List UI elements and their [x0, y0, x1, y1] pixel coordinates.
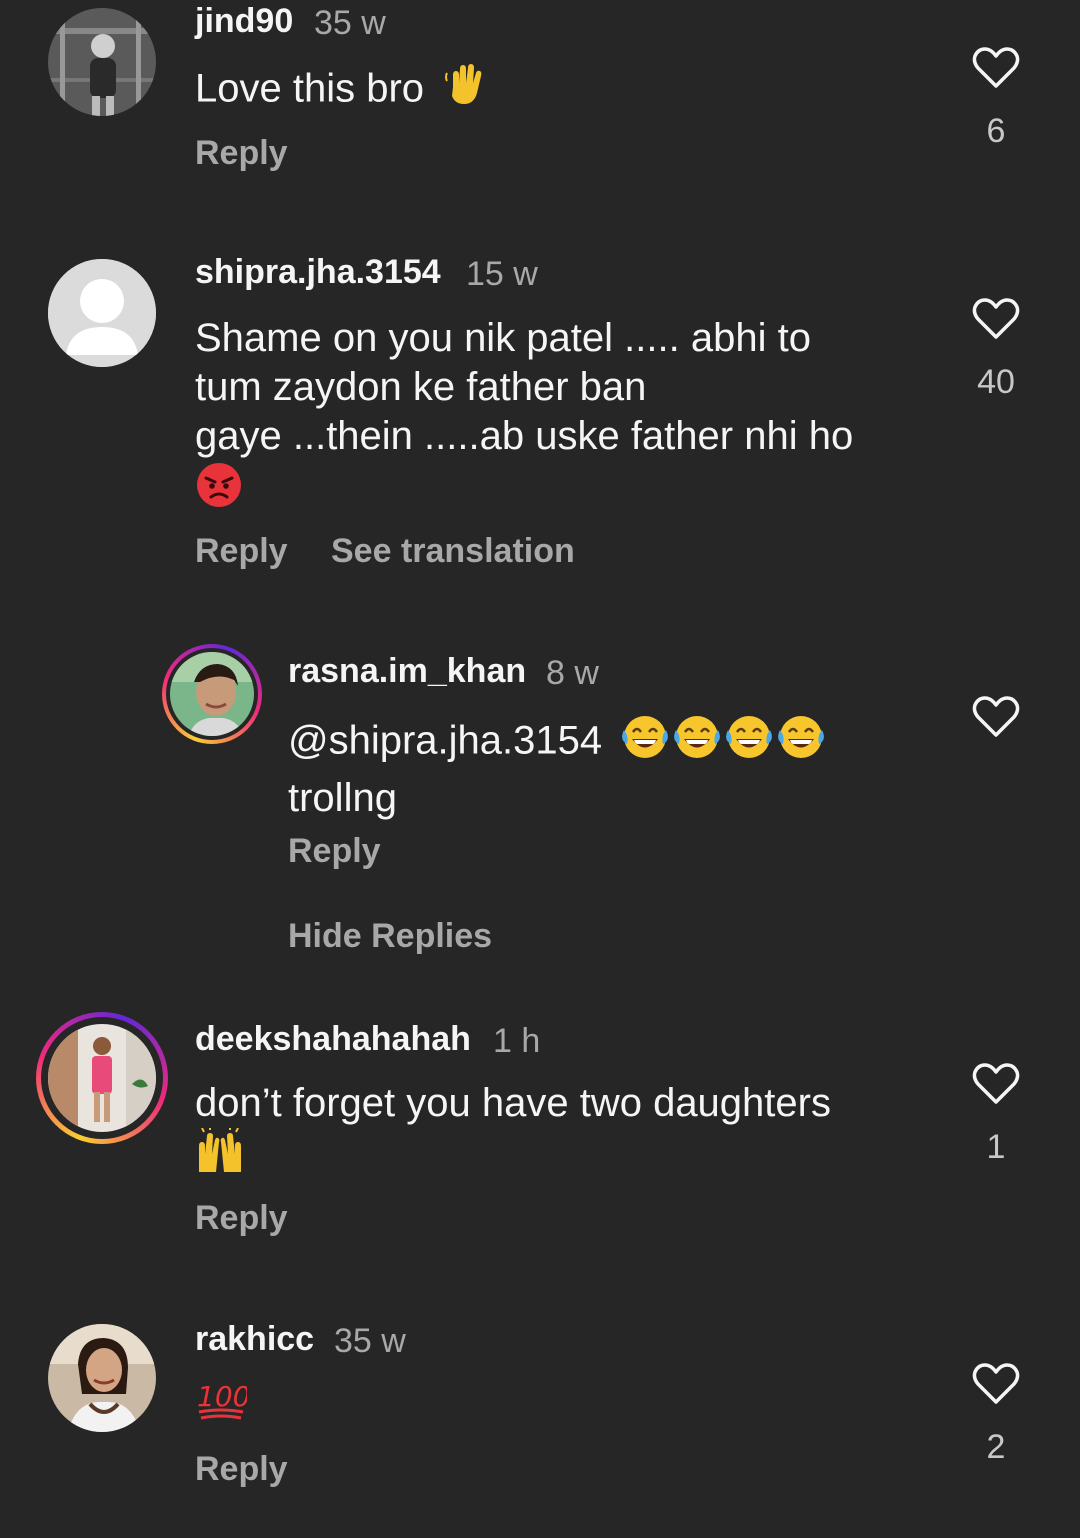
timestamp: 8 w [546, 654, 599, 692]
timestamp: 35 w [314, 4, 386, 42]
story-ring[interactable] [162, 644, 262, 744]
angry-face-icon [195, 461, 243, 521]
comment-text: Love this bro [195, 63, 487, 119]
reply-button[interactable]: Reply [195, 134, 288, 173]
raising-hands-icon [195, 1126, 245, 1188]
see-translation-button[interactable]: See translation [331, 532, 575, 571]
like-count: 40 [977, 363, 1015, 401]
avatar[interactable] [48, 1324, 156, 1432]
reply-button[interactable]: Reply [195, 1199, 288, 1238]
svg-text:100: 100 [197, 1380, 247, 1413]
like-heart-icon[interactable] [972, 695, 1020, 739]
reply-button[interactable]: Reply [195, 1450, 288, 1489]
comment-jind90: jind90 35 w Love this bro Reply 6 [0, 0, 1080, 220]
timestamp: 1 h [493, 1022, 541, 1060]
like-count: 2 [986, 1428, 1006, 1466]
timestamp: 35 w [334, 1322, 406, 1360]
username[interactable]: shipra.jha.3154 [195, 253, 441, 292]
like-count: 6 [986, 112, 1006, 150]
reply-button[interactable]: Reply [195, 532, 288, 571]
like-heart-icon[interactable] [972, 1362, 1020, 1406]
username[interactable]: rasna.im_khan [288, 652, 526, 691]
comment-text-line: gaye ...thein .....ab uske father nhi ho [195, 414, 854, 458]
avatar[interactable] [48, 259, 156, 367]
hide-replies-button[interactable]: Hide Replies [288, 917, 492, 956]
avatar [170, 652, 254, 736]
username[interactable]: rakhicc [195, 1320, 314, 1359]
avatar [48, 1024, 156, 1132]
comment-text-body: Love this bro [195, 66, 425, 111]
comment-text: Shame on you nik patel ..... abhi to tum… [195, 314, 915, 521]
reply-text-line: trollng [288, 776, 397, 820]
comment-text-line: Shame on you nik patel ..... abhi to [195, 316, 811, 360]
like-heart-icon[interactable] [972, 1062, 1020, 1106]
comment-text: 100 [195, 1376, 250, 1434]
comment-text-body: don’t forget you have two daughters [195, 1081, 831, 1125]
like-count: 1 [986, 1128, 1006, 1166]
mention-link[interactable]: @shipra.jha.3154 [288, 719, 602, 763]
reply-text: @shipra.jha.3154 trollng [288, 712, 908, 823]
username[interactable]: deekshahahahah [195, 1020, 471, 1059]
reply-button[interactable]: Reply [288, 832, 381, 871]
like-heart-icon[interactable] [972, 297, 1020, 341]
story-ring[interactable] [36, 1012, 168, 1144]
tears-of-joy-icon [621, 712, 831, 774]
avatar[interactable] [48, 8, 156, 116]
waving-hand-icon [443, 63, 487, 119]
comment-text-line: tum zaydon ke father ban [195, 365, 647, 409]
like-heart-icon[interactable] [972, 46, 1020, 90]
timestamp: 15 w [466, 255, 538, 293]
comment-text: don’t forget you have two daughters [195, 1079, 915, 1188]
username[interactable]: jind90 [195, 2, 293, 41]
hundred-points-icon: 100 [195, 1376, 250, 1434]
